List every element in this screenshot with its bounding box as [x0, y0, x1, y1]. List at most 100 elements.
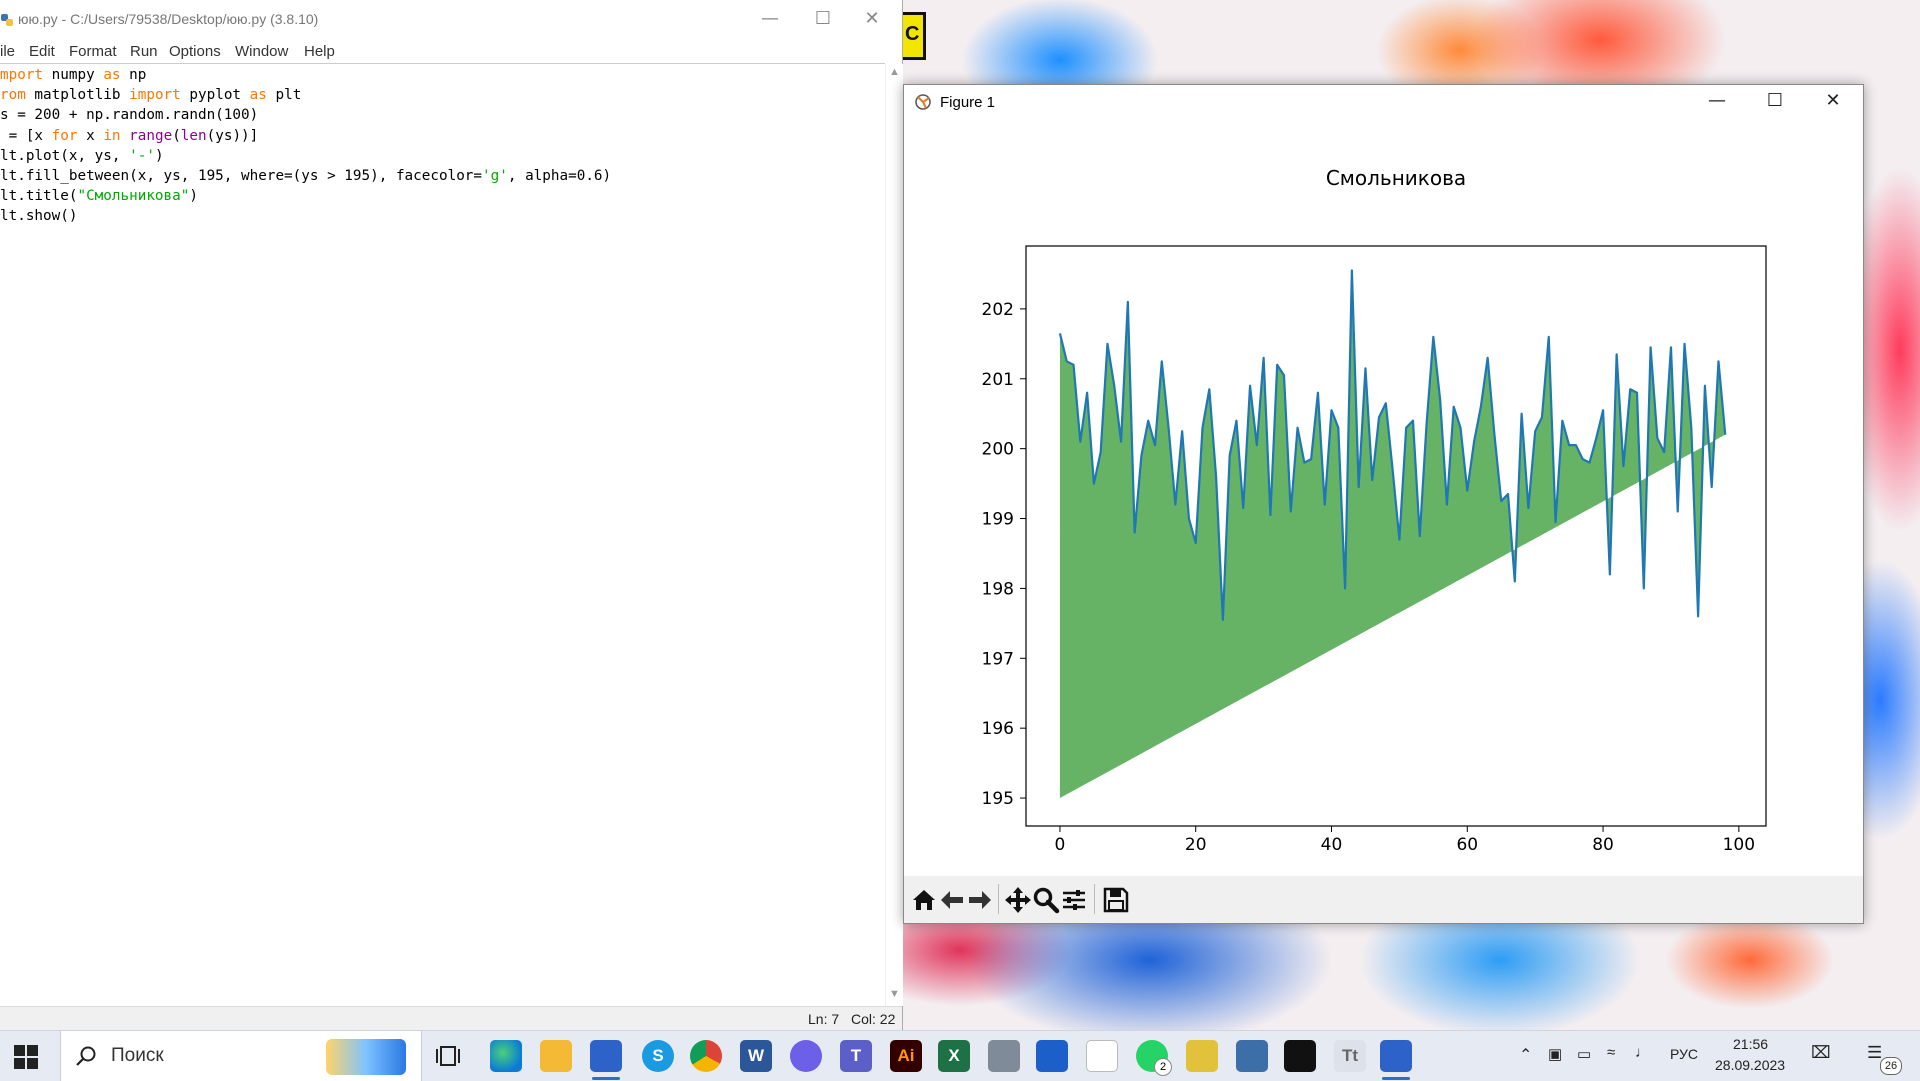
code-token: matplotlib — [26, 87, 129, 103]
code-line[interactable]: lt.show() — [0, 206, 885, 226]
font-viewer-icon[interactable]: Tt — [1334, 1040, 1366, 1072]
code-token: lt.title( — [0, 188, 77, 204]
minimize-button[interactable]: — — [740, 0, 800, 40]
clock-date[interactable]: 28.09.2023 — [1715, 1057, 1785, 1073]
code-token: np — [121, 67, 147, 83]
x-tick-label: 100 — [1723, 835, 1755, 855]
zoom-icon[interactable] — [1032, 886, 1060, 914]
menu-file[interactable]: ile — [0, 43, 15, 60]
notification-count: 26 — [1880, 1057, 1902, 1075]
code-editor[interactable]: mport numpy as nprom matplotlib import p… — [0, 64, 885, 1007]
code-token: for — [52, 128, 78, 144]
whatsapp-icon[interactable]: 2 — [1136, 1040, 1168, 1072]
close-button[interactable]: ✕ — [842, 0, 902, 40]
volume-icon[interactable]: ♩ — [1635, 1044, 1650, 1061]
scroll-up-icon[interactable]: ▲ — [889, 66, 900, 78]
code-token: lt.show() — [0, 208, 77, 224]
vertical-scrollbar[interactable]: ▲ ▼ — [885, 64, 903, 1006]
menu-run[interactable]: Run — [130, 43, 158, 60]
menu-edit[interactable]: Edit — [29, 43, 55, 60]
device-icon[interactable]: ▣ — [1548, 1045, 1562, 1063]
code-line[interactable]: = [x for x in range(len(ys))] — [0, 126, 885, 146]
idle-titlebar[interactable]: юю.py - C:/Users/79538/Desktop/юю.py (3.… — [0, 0, 902, 40]
menu-format[interactable]: Format — [69, 43, 117, 60]
terminal-icon[interactable] — [1284, 1040, 1316, 1072]
y-tick-label: 198 — [982, 579, 1014, 599]
code-token: 'g' — [482, 168, 508, 184]
search-placeholder: Поиск — [111, 1045, 164, 1067]
figure-titlebar[interactable]: Figure 1 — ☐ ✕ — [904, 85, 1863, 119]
code-line[interactable]: s = 200 + np.random.randn(100) — [0, 105, 885, 125]
code-token: s = 200 + np.random.randn(100) — [0, 107, 258, 123]
windows-start-icon[interactable] — [12, 1043, 40, 1071]
y-tick-label: 195 — [982, 789, 1014, 809]
code-line[interactable]: mport numpy as np — [0, 65, 885, 85]
store-icon[interactable] — [1036, 1040, 1068, 1072]
code-line[interactable]: rom matplotlib import pyplot as plt — [0, 85, 885, 105]
file-explorer-icon[interactable] — [540, 1040, 572, 1072]
blank-document-icon[interactable] — [1086, 1040, 1118, 1072]
configure-icon[interactable] — [1060, 886, 1088, 914]
figure-minimize-button[interactable]: — — [1688, 85, 1746, 119]
screen-icon[interactable]: ⌧ — [1811, 1043, 1831, 1063]
taskbar-search-box[interactable]: Поиск — [60, 1031, 422, 1081]
figure-taskbar-icon[interactable] — [1380, 1040, 1412, 1072]
chevron-up-icon[interactable]: ⌃ — [1519, 1045, 1532, 1065]
code-token: len — [181, 128, 207, 144]
tools-icon[interactable] — [1186, 1040, 1218, 1072]
code-line[interactable]: lt.title("Смольникова") — [0, 186, 885, 206]
x-tick-label: 60 — [1456, 835, 1478, 855]
figure-toolbar — [904, 876, 1863, 923]
forward-icon[interactable] — [966, 886, 994, 914]
teams-icon[interactable]: T — [840, 1040, 872, 1072]
x-tick-label: 40 — [1321, 835, 1343, 855]
code-token: ( — [172, 128, 181, 144]
y-tick-label: 200 — [982, 440, 1014, 460]
code-token: rom — [0, 87, 26, 103]
illustrator-icon[interactable]: Ai — [890, 1040, 922, 1072]
home-icon[interactable] — [910, 886, 938, 914]
code-token: '-' — [129, 148, 155, 164]
matplotlib-icon — [913, 93, 933, 111]
status-column: Col: 22 — [851, 1011, 895, 1027]
desktop-app-icon[interactable]: C — [900, 12, 926, 60]
y-tick-label: 197 — [982, 649, 1014, 669]
excel-icon[interactable]: X — [938, 1040, 970, 1072]
python-icon — [0, 13, 14, 27]
wifi-icon[interactable]: ≈ — [1607, 1044, 1615, 1061]
edge-icon[interactable] — [490, 1040, 522, 1072]
menu-help[interactable]: Help — [304, 43, 335, 60]
battery-icon[interactable]: ▭ — [1577, 1045, 1591, 1063]
figure-close-button[interactable]: ✕ — [1804, 85, 1862, 119]
idle-taskbar-icon[interactable] — [590, 1040, 622, 1072]
python-app-icon[interactable] — [1236, 1040, 1268, 1072]
chat-app-icon[interactable] — [790, 1040, 822, 1072]
save-icon[interactable] — [1102, 886, 1130, 914]
figure-maximize-button[interactable]: ☐ — [1746, 85, 1804, 119]
code-token: = [x — [0, 128, 52, 144]
toolbar-separator — [1094, 884, 1095, 914]
taskbar: Поиск S W T Ai X 2 Tt ⌃ ▣ ▭ ≈ ♩ РУС 21:5… — [0, 1030, 1920, 1081]
back-icon[interactable] — [938, 886, 966, 914]
code-token: pyplot — [181, 87, 250, 103]
notifications-icon[interactable]: ☰ — [1867, 1043, 1882, 1063]
language-indicator[interactable]: РУС — [1670, 1046, 1698, 1062]
code-token: x — [77, 128, 103, 144]
pan-icon[interactable] — [1004, 886, 1032, 914]
system-tray: ⌃ ▣ ▭ ≈ ♩ РУС 21:56 28.09.2023 ⌧ ☰ 26 — [1515, 1031, 1920, 1081]
task-view-icon[interactable] — [436, 1044, 460, 1068]
code-token: ) — [189, 188, 198, 204]
plot-canvas[interactable]: 020406080100195196197198199200201202 Смо… — [904, 119, 1863, 876]
chart: 020406080100195196197198199200201202 Смо… — [904, 119, 1863, 876]
code-line[interactable]: lt.plot(x, ys, '-') — [0, 146, 885, 166]
menu-window[interactable]: Window — [235, 43, 288, 60]
code-token: range — [129, 128, 172, 144]
menu-options[interactable]: Options — [169, 43, 221, 60]
clock-time[interactable]: 21:56 — [1733, 1036, 1768, 1052]
scroll-down-icon[interactable]: ▼ — [889, 988, 900, 1000]
code-line[interactable]: lt.fill_between(x, ys, 195, where=(ys > … — [0, 166, 885, 186]
word-icon[interactable]: W — [740, 1040, 772, 1072]
camera-icon[interactable] — [988, 1040, 1020, 1072]
skype-icon[interactable]: S — [642, 1040, 674, 1072]
chrome-icon[interactable] — [690, 1040, 722, 1072]
